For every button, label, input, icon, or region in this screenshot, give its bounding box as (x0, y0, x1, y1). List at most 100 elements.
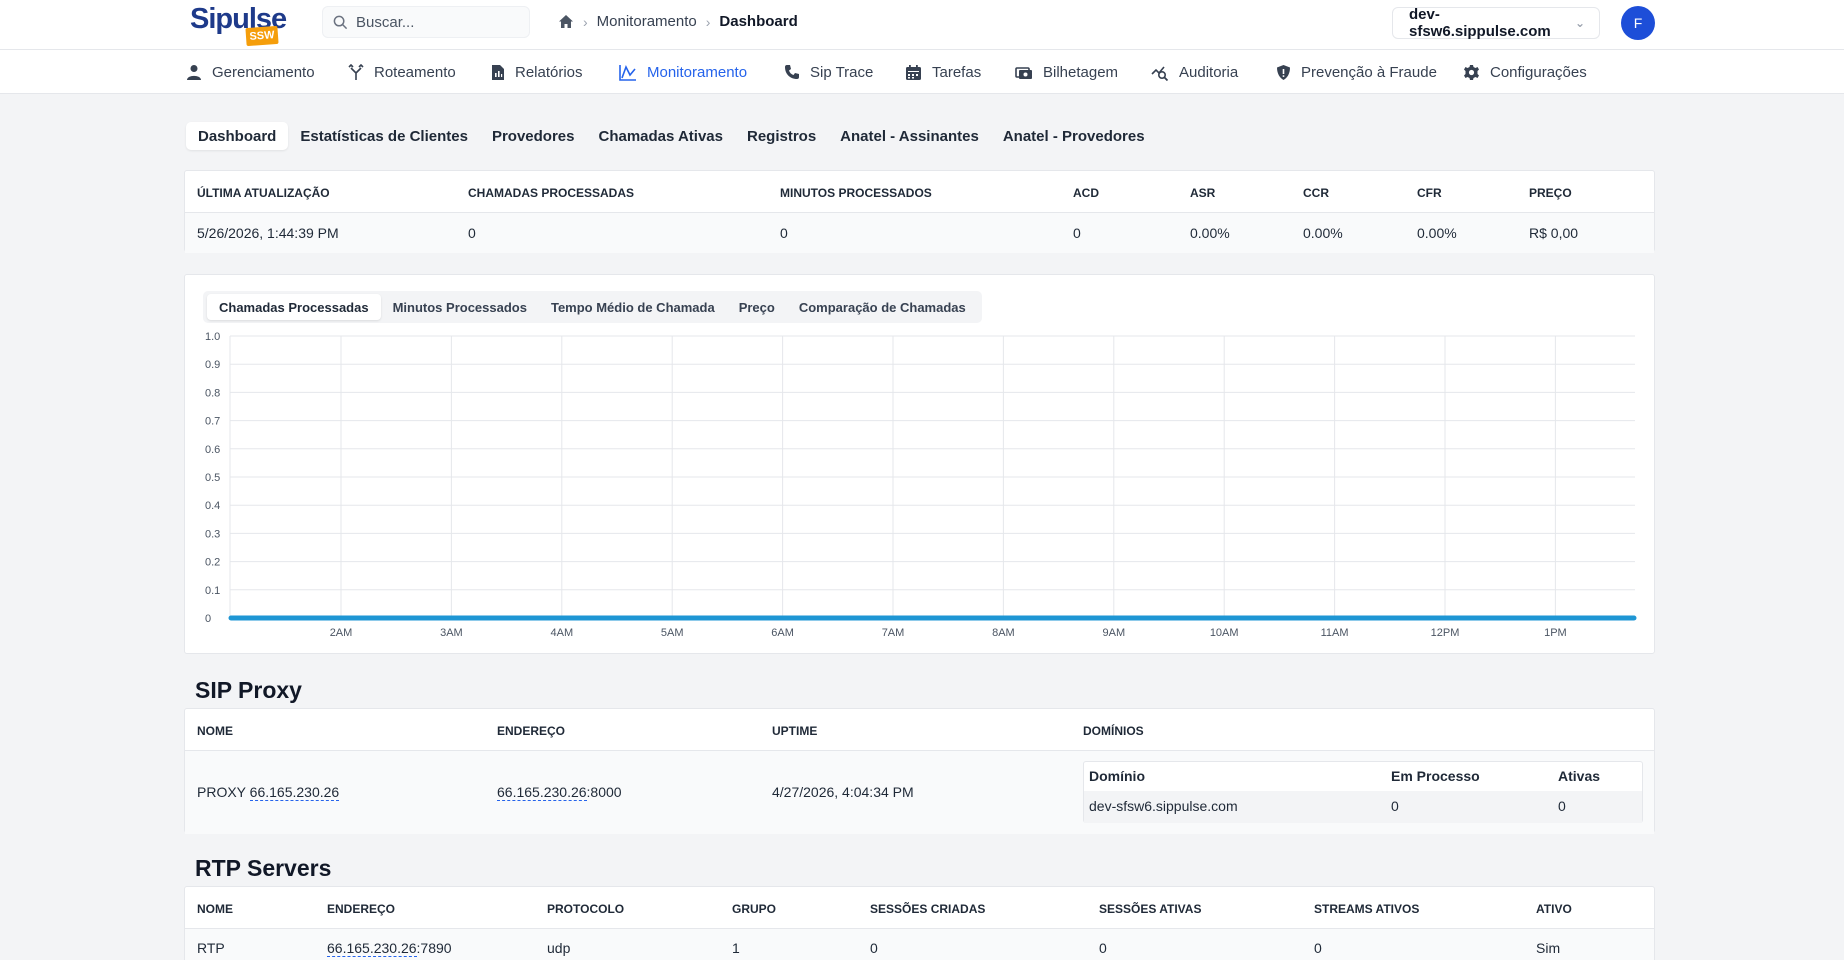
header-ccr: CCR (1303, 186, 1329, 200)
header-nome: Nome (197, 902, 233, 916)
header-cfr: CFR (1417, 186, 1442, 200)
nav-item-label: Tarefas (932, 63, 982, 81)
tab-registros[interactable]: Registros (735, 122, 828, 150)
rtp-sessions-created: 0 (870, 940, 878, 956)
header-minutos-processados: Minutos Processados (780, 186, 932, 200)
x-tick-label: 11AM (1321, 627, 1349, 639)
header-asr: ASR (1190, 186, 1216, 200)
header-ativo: Ativo (1536, 902, 1572, 916)
y-tick-label: 0.7 (205, 416, 220, 428)
domain-header-dominio: Domínio (1089, 768, 1145, 784)
value-ultima-atualizacao: 5/26/2026, 1:44:39 PM (197, 225, 339, 241)
value-chamadas-processadas: 0 (468, 225, 476, 241)
breadcrumb: › Monitoramento › Dashboard (558, 13, 798, 30)
gear-icon (1464, 64, 1479, 80)
server-select-value: dev-sfsw6.sippulse.com (1409, 6, 1551, 40)
value-preco: R$ 0,00 (1529, 225, 1579, 241)
chart-icon (619, 64, 636, 81)
rtp-streams-active: 0 (1314, 940, 1322, 956)
rtp-address-ip[interactable]: 66.165.230.26 (327, 940, 417, 957)
table-row: RTP 66.165.230.26:7890 udp 1 0 0 0 Sim (185, 928, 1654, 960)
nav-item-prevencao-fraude[interactable]: Prevenção à Fraude (1276, 50, 1437, 94)
ticket-icon (1015, 66, 1032, 79)
y-tick-label: 0.9 (205, 359, 220, 371)
nav-item-label: Sip Trace (810, 63, 874, 81)
table-row: 5/26/2026, 1:44:39 PM 0 0 0 0.00% 0.00% … (185, 212, 1654, 253)
tab-chamadas-ativas[interactable]: Chamadas Ativas (586, 122, 735, 150)
shield-icon (1277, 64, 1290, 80)
nav-item-bilhetagem[interactable]: Bilhetagem (1015, 50, 1118, 94)
nav-item-gerenciamento[interactable]: Gerenciamento (186, 50, 315, 94)
x-tick-label: 5AM (661, 627, 684, 639)
rtp-servers-title: RTP Servers (195, 855, 332, 881)
x-tick-label: 9AM (1102, 627, 1125, 639)
calendar-icon (906, 64, 921, 80)
user-icon (187, 65, 201, 80)
top-bar: Sipulse SSW › Monitoramento › Dashboard … (0, 0, 1844, 50)
nav-item-relatorios[interactable]: Relatórios (491, 50, 583, 94)
nav-item-label: Bilhetagem (1043, 63, 1119, 81)
nav-item-auditoria[interactable]: Auditoria (1151, 50, 1238, 94)
nav-item-monitoramento[interactable]: Monitoramento (619, 50, 747, 94)
header-streams-ativos: Streams Ativos (1314, 902, 1420, 916)
rtp-servers-table: Nome Endereço Protocolo Grupo Sessões Cr… (184, 886, 1655, 960)
proxy-name-ip[interactable]: 66.165.230.26 (249, 784, 340, 801)
chart-tab-chamadas-processadas[interactable]: Chamadas Processadas (207, 294, 381, 320)
home-icon[interactable] (558, 14, 574, 29)
logo[interactable]: Sipulse SSW (190, 3, 287, 47)
proxy-name-prefix: PROXY (197, 784, 246, 800)
nav-item-label: Roteamento (374, 63, 456, 81)
chart-tab-comparacao[interactable]: Comparação de Chamadas (787, 294, 978, 320)
phone-icon (785, 65, 799, 79)
value-acd: 0 (1073, 225, 1081, 241)
domain-name: dev-sfsw6.sippulse.com (1089, 798, 1238, 814)
nav-item-roteamento[interactable]: Roteamento (348, 50, 456, 94)
stats-summary-table: Última Atualização Chamadas Processadas … (184, 170, 1655, 253)
avatar[interactable]: F (1621, 6, 1655, 40)
y-tick-label: 0 (205, 613, 211, 625)
y-tick-label: 0.6 (205, 444, 220, 456)
x-tick-label: 7AM (882, 627, 905, 639)
nav-item-label: Gerenciamento (212, 63, 315, 81)
tab-anatel-provedores[interactable]: Anatel - Provedores (991, 122, 1157, 150)
chart-tabs: Chamadas Processadas Minutos Processados… (203, 291, 982, 323)
rtp-active: Sim (1536, 940, 1561, 956)
tab-estatisticas-clientes[interactable]: Estatísticas de Clientes (288, 122, 480, 150)
tab-dashboard[interactable]: Dashboard (186, 122, 289, 150)
chart-tab-minutos-processados[interactable]: Minutos Processados (381, 294, 539, 320)
header-sessoes-ativas: Sessões Ativas (1099, 902, 1202, 916)
search-input[interactable] (356, 13, 526, 31)
header-dominios: Domínios (1083, 724, 1144, 738)
breadcrumb-current: Dashboard (719, 13, 798, 30)
breadcrumb-separator-icon: › (705, 13, 711, 30)
header-preco: Preço (1529, 186, 1572, 200)
rtp-address-port: :7890 (416, 940, 452, 956)
nav-item-sip-trace[interactable]: Sip Trace (784, 50, 873, 94)
breadcrumb-parent[interactable]: Monitoramento (597, 13, 697, 30)
sip-proxy-table: Nome Endereço Uptime Domínios PROXY 66.1… (184, 708, 1655, 834)
value-ccr: 0.00% (1303, 225, 1343, 241)
y-tick-label: 0.5 (205, 472, 220, 484)
x-tick-label: 1PM (1544, 627, 1567, 639)
tab-provedores[interactable]: Provedores (480, 122, 587, 150)
value-asr: 0.00% (1190, 225, 1230, 241)
y-tick-label: 0.4 (205, 500, 220, 512)
value-minutos-processados: 0 (780, 225, 788, 241)
x-tick-label: 8AM (992, 627, 1015, 639)
chart-tab-preco[interactable]: Preço (727, 294, 787, 320)
value-cfr: 0.00% (1417, 225, 1457, 241)
tab-anatel-assinantes[interactable]: Anatel - Assinantes (828, 122, 991, 150)
x-tick-label: 6AM (771, 627, 794, 639)
rtp-sessions-active: 0 (1099, 940, 1107, 956)
breadcrumb-separator-icon: › (583, 13, 588, 30)
table-row: dev-sfsw6.sippulse.com 0 0 (1084, 791, 1642, 823)
search-icon (333, 15, 348, 29)
chart-tab-tempo-medio[interactable]: Tempo Médio de Chamada (539, 294, 727, 320)
search-box[interactable] (322, 6, 530, 38)
server-select[interactable]: dev-sfsw6.sippulse.com ⌄ (1392, 6, 1600, 40)
proxy-address-ip[interactable]: 66.165.230.26 (497, 784, 587, 801)
x-tick-label: 10AM (1210, 627, 1239, 639)
nav-item-tarefas[interactable]: Tarefas (905, 50, 981, 94)
header-chamadas-processadas: Chamadas Processadas (468, 186, 635, 200)
nav-item-configuracoes[interactable]: Configurações (1463, 50, 1587, 94)
